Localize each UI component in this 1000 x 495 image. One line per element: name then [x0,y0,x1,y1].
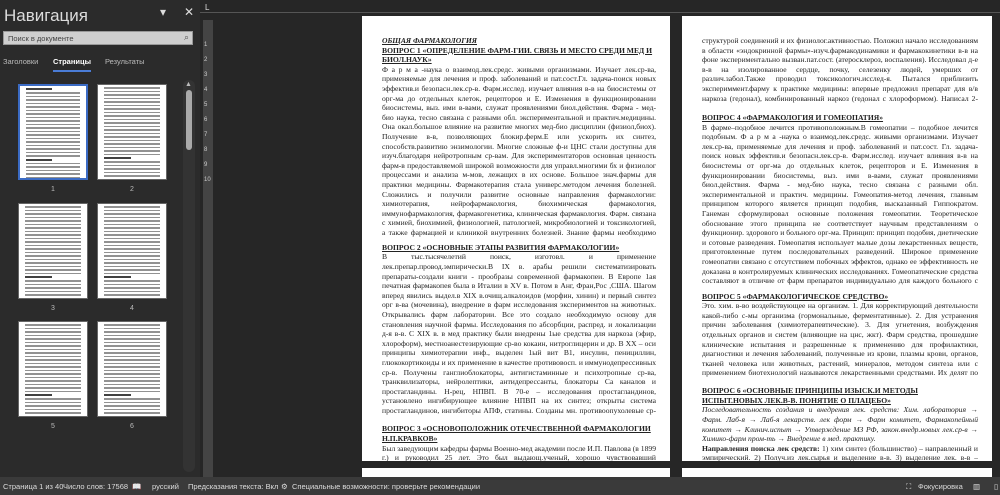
accessibility-status[interactable]: Специальные возможности: проверьте реком… [292,482,480,491]
question-heading: ВОПРОС 3 «ОСНОВОПОЛОЖНИК ОТЕЧЕСТВЕННОЙ Ф… [382,424,651,443]
question-heading: ВОПРОС 2 «ОСНОВНЫЕ ЭТАПЫ РАЗВИТИЯ ФАРМАК… [382,242,620,252]
paragraph: Последовательность создания и внедрения … [702,405,978,444]
tab-pages[interactable]: Страницы [53,57,91,72]
question-heading: ВОПРОС 6 «ОСНОВНЫЕ ПРИНЦИПЫ ИЗЫСК.И МЕТО… [702,386,918,405]
tab-stop-selector[interactable]: L [205,3,209,12]
search-icon[interactable]: ⌕ [184,32,189,43]
page-thumbnail[interactable] [18,321,88,417]
page-thumbnail-number: 1 [51,186,55,193]
ruler-mark: 4 [204,87,208,93]
paragraph: Был заведующим кафедры фармы Военно-мед … [382,443,656,461]
page-thumbnail-number: 2 [130,186,134,193]
ruler-mark: 3 [204,72,208,78]
paragraph: Ф а р м а -наука о взаимод.лек.средс. жи… [382,64,656,237]
tab-results[interactable]: Результаты [105,57,145,66]
text-predictions[interactable]: Предсказания текста: Вкл [188,482,278,491]
tab-headings[interactable]: Заголовки [3,57,38,66]
close-icon[interactable]: ✕ [184,5,194,19]
page-thumbnail-number: 6 [130,423,134,430]
word-count[interactable]: Число слов: 17568 [63,482,128,491]
bold-lead: Направления поиска лек средств: [702,443,820,453]
paragraph: структурой соединений и их физиолог.акти… [702,36,978,103]
search-placeholder: Поиск в документе [8,34,74,43]
ruler-mark: 1 [204,42,208,48]
page-thumbnail-number: 4 [130,305,134,312]
paragraph: Это. хим. в-во воздействующее на организ… [702,301,978,378]
paragraph: В тыс.тысячелетий поиск, изготовл. и при… [382,252,656,415]
scrollbar-thumb[interactable] [186,90,192,150]
focus-mode[interactable]: Фокусировка [918,482,963,491]
page-thumbnail[interactable] [97,84,167,180]
question-heading: ВОПРОС 4 «ФАРМАКОЛОГИЯ И ГОМЕОПАТИЯ» [702,113,884,122]
page-thumbnail-number: 5 [51,423,55,430]
print-layout-icon[interactable]: ▯ [994,482,998,491]
ruler-mark: 10 [204,177,211,183]
read-mode-icon[interactable]: ▥ [973,482,980,491]
ruler-mark: 8 [204,147,208,153]
page-thumbnail-number: 3 [51,305,55,312]
document-page-3[interactable] [362,468,670,477]
ruler-mark: 9 [204,162,208,168]
page-count[interactable]: Страница 1 из 40 [3,482,63,491]
search-input[interactable]: Поиск в документе ⌕ [3,31,193,45]
status-bar: Страница 1 из 40 Число слов: 17568 📖 рус… [0,477,1000,495]
page-thumbnail[interactable] [18,203,88,299]
ruler-mark: 7 [204,132,208,138]
page-thumbnail[interactable] [18,84,88,180]
document-page-2[interactable]: структурой соединений и их физиолог.акти… [682,16,992,461]
ruler-mark: 6 [204,117,208,123]
navigation-pane: Навигация ▾ ✕ Поиск в документе ⌕ Заголо… [0,0,200,477]
focus-icon[interactable]: ⛶ [906,482,911,492]
paragraph: В фарме–подобное лечится противоположным… [702,122,978,286]
ruler-divider [200,12,1000,13]
document-page-4[interactable] [682,468,992,477]
language[interactable]: русский [152,482,179,491]
nav-options-chevron-down-icon[interactable]: ▾ [160,5,166,19]
nav-scrollbar[interactable]: ▲ [183,80,195,472]
section-heading: ОБЩАЯ ФАРМАКОЛОГИЯ [382,36,477,45]
question-heading: ВОПРОС 1 «ОПРЕДЕЛЕНИЕ ФАРМ-ГИИ. СВЯЗЬ И … [382,45,653,65]
ruler-mark: 5 [204,102,208,108]
scroll-up-icon[interactable]: ▲ [185,81,192,88]
accessibility-icon: ⚙ [281,482,288,491]
ruler-mark: 2 [204,57,208,63]
page-thumbnail[interactable] [97,321,167,417]
question-heading: ВОПРОС 5 «ФАРМАКОЛОГИЧЕСКОЕ СРЕДСТВО» [702,291,889,301]
vertical-ruler[interactable]: 1 2 3 4 5 6 7 8 9 10 [203,20,213,477]
document-page-1[interactable]: ОБЩАЯ ФАРМАКОЛОГИЯ ВОПРОС 1 «ОПРЕДЕЛЕНИЕ… [362,16,670,461]
nav-title: Навигация [4,6,88,25]
page-thumbnail[interactable] [97,203,167,299]
proofing-icon[interactable]: 📖 [132,482,141,491]
